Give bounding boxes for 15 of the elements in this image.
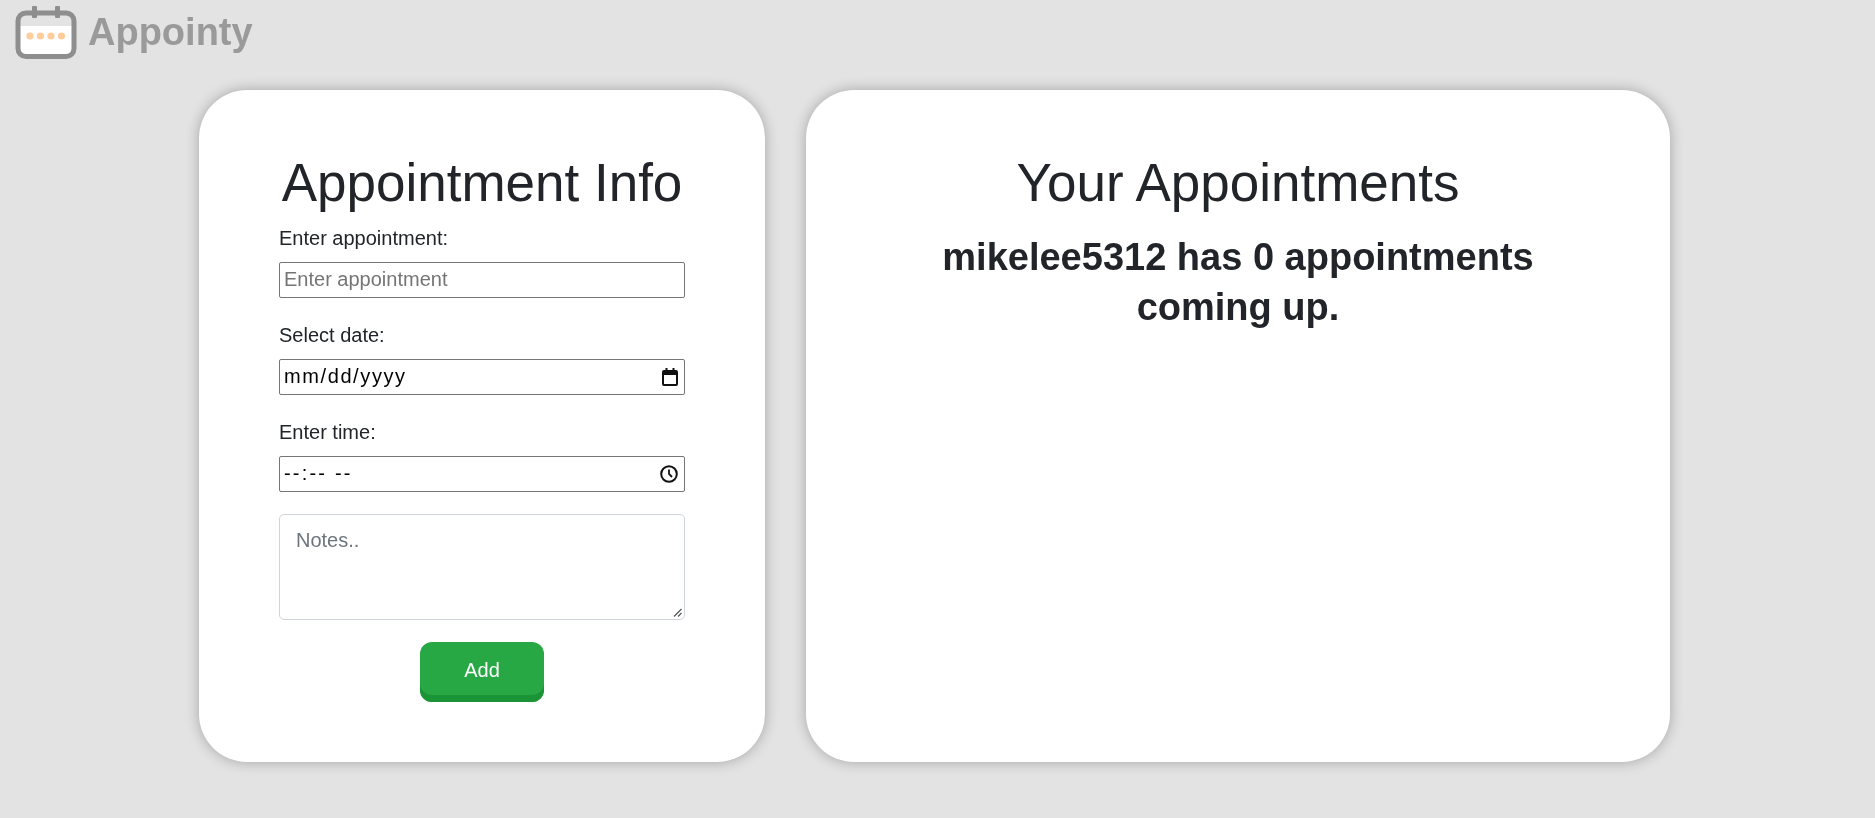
field-label: Enter time:	[279, 419, 376, 445]
field-label: Enter appointment:	[279, 225, 448, 251]
add-button[interactable]: Add	[420, 641, 544, 702]
clock-icon[interactable]	[660, 464, 678, 483]
form-title: Appointment Info	[280, 152, 684, 214]
app-name: Appointy	[88, 13, 253, 51]
appointments-summary: mikelee5312 has 0 appointments coming up.	[941, 234, 1535, 330]
time-field[interactable]: --:-- --	[279, 455, 685, 492]
calendar-logo-icon	[15, 5, 77, 59]
date-field[interactable]: mm/dd/yyyy	[279, 358, 685, 395]
field-label: Select date:	[279, 322, 385, 348]
notes-field[interactable]: Notes..	[279, 513, 685, 620]
appointment-input[interactable]: Enter appointment	[279, 261, 685, 298]
calendar-icon[interactable]	[662, 367, 678, 386]
appointments-title: Your Appointments	[1016, 152, 1460, 214]
